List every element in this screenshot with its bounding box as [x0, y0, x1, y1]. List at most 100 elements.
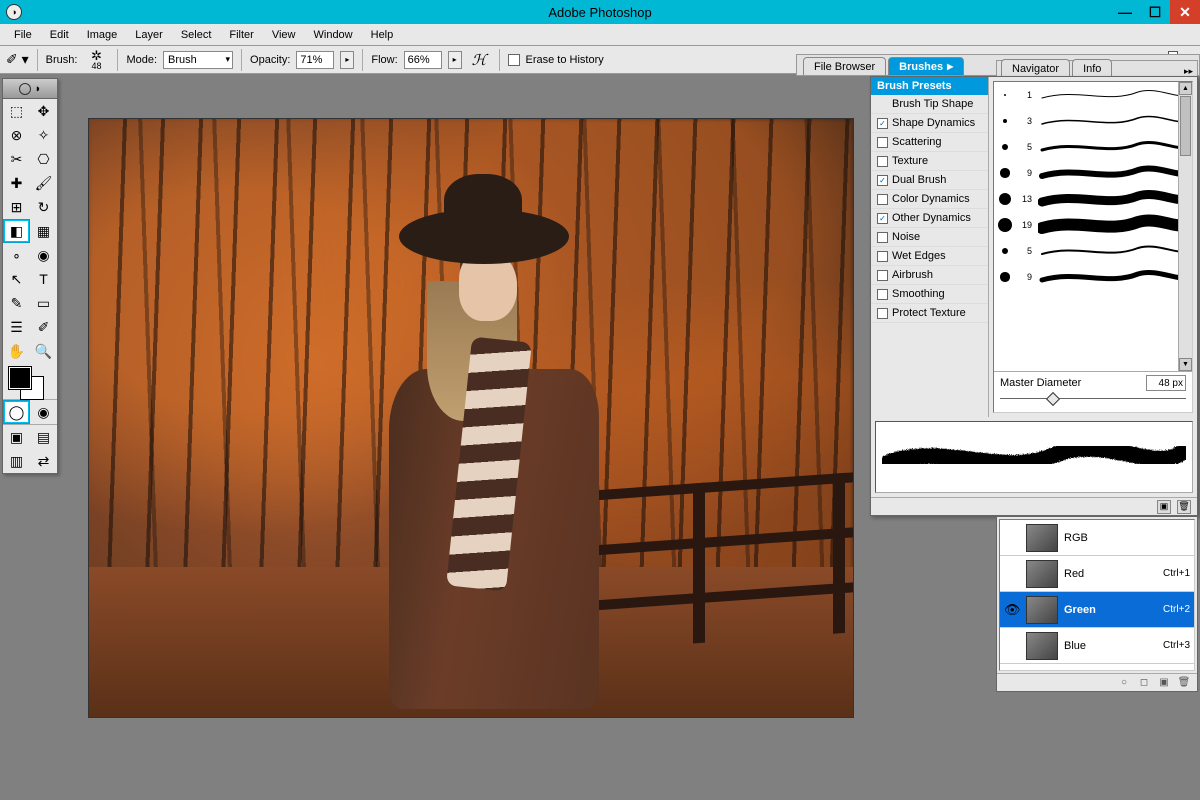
- brush-stroke-row[interactable]: 13: [994, 186, 1192, 212]
- checkbox[interactable]: ✓: [877, 175, 888, 186]
- path-tool[interactable]: ↖: [3, 267, 30, 291]
- shape-tool[interactable]: ▭: [30, 291, 57, 315]
- load-selection-icon[interactable]: ○: [1117, 676, 1131, 690]
- brush-option-airbrush[interactable]: Airbrush: [871, 266, 988, 285]
- brush-stroke-list[interactable]: 1359131959 ▲ ▼: [994, 82, 1192, 371]
- pen-tool[interactable]: ✎: [3, 291, 30, 315]
- tab-file-browser[interactable]: File Browser: [803, 57, 886, 75]
- scrollbar[interactable]: ▲ ▼: [1178, 82, 1192, 371]
- brush-presets-header[interactable]: Brush Presets: [871, 77, 988, 95]
- menu-layer[interactable]: Layer: [127, 27, 171, 43]
- brush-option-brush-tip-shape[interactable]: Brush Tip Shape: [871, 95, 988, 114]
- history-brush-tool[interactable]: ↻: [30, 195, 57, 219]
- checkbox[interactable]: [877, 137, 888, 148]
- checkbox[interactable]: [877, 156, 888, 167]
- brush-tool[interactable]: 🖌: [30, 171, 57, 195]
- hand-tool[interactable]: ✋: [3, 339, 30, 363]
- brush-stroke-row[interactable]: 5: [994, 238, 1192, 264]
- eyedropper-tool[interactable]: ✐: [30, 315, 57, 339]
- opacity-input[interactable]: 71%: [296, 51, 334, 69]
- menu-filter[interactable]: Filter: [221, 27, 261, 43]
- menu-image[interactable]: Image: [79, 27, 126, 43]
- brush-stroke-row[interactable]: 9: [994, 160, 1192, 186]
- brush-option-texture[interactable]: Texture: [871, 152, 988, 171]
- crop-tool[interactable]: ✂: [3, 147, 30, 171]
- lasso-tool[interactable]: ⊗: [3, 123, 30, 147]
- brush-option-noise[interactable]: Noise: [871, 228, 988, 247]
- checkbox[interactable]: [877, 270, 888, 281]
- tab-info[interactable]: Info: [1072, 59, 1112, 77]
- new-channel-icon[interactable]: ▣: [1157, 676, 1171, 690]
- wand-tool[interactable]: ✧: [30, 123, 57, 147]
- screen-standard[interactable]: ▣: [3, 425, 30, 449]
- brush-option-dual-brush[interactable]: ✓Dual Brush: [871, 171, 988, 190]
- brush-stroke-row[interactable]: 9: [994, 264, 1192, 290]
- maximize-button[interactable]: ☐: [1140, 0, 1170, 24]
- brush-option-wet-edges[interactable]: Wet Edges: [871, 247, 988, 266]
- slice-tool[interactable]: ⎔: [30, 147, 57, 171]
- checkbox[interactable]: [877, 232, 888, 243]
- flow-input[interactable]: 66%: [404, 51, 442, 69]
- scroll-up-icon[interactable]: ▲: [1179, 82, 1192, 95]
- checkbox[interactable]: ✓: [877, 213, 888, 224]
- menu-edit[interactable]: Edit: [42, 27, 77, 43]
- airbrush-icon[interactable]: ℋ: [472, 51, 487, 69]
- channel-row-green[interactable]: 👁GreenCtrl+2: [1000, 592, 1194, 628]
- tab-brushes[interactable]: Brushes▶: [888, 57, 964, 75]
- visibility-icon[interactable]: 👁: [1004, 602, 1020, 618]
- channel-row-rgb[interactable]: RGB: [1000, 520, 1194, 556]
- imageready-jump[interactable]: ⇄: [30, 449, 57, 473]
- screen-full[interactable]: ▥: [3, 449, 30, 473]
- toolbox-header[interactable]: ◗: [3, 79, 57, 99]
- gradient-tool[interactable]: ▦: [30, 219, 57, 243]
- menu-help[interactable]: Help: [363, 27, 402, 43]
- brush-option-scattering[interactable]: Scattering: [871, 133, 988, 152]
- brush-option-color-dynamics[interactable]: Color Dynamics: [871, 190, 988, 209]
- checkbox[interactable]: [877, 194, 888, 205]
- brush-option-shape-dynamics[interactable]: ✓Shape Dynamics: [871, 114, 988, 133]
- color-swatches[interactable]: [3, 363, 57, 399]
- checkbox[interactable]: [877, 251, 888, 262]
- save-selection-icon[interactable]: ◻: [1137, 676, 1151, 690]
- menu-file[interactable]: File: [6, 27, 40, 43]
- checkbox[interactable]: [877, 308, 888, 319]
- delete-channel-icon[interactable]: 🗑: [1177, 676, 1191, 690]
- opacity-flyout[interactable]: ▸: [340, 51, 354, 69]
- master-diameter-input[interactable]: [1146, 375, 1186, 391]
- brush-preset-picker[interactable]: ✲48: [83, 49, 109, 71]
- menu-select[interactable]: Select: [173, 27, 220, 43]
- brush-option-smoothing[interactable]: Smoothing: [871, 285, 988, 304]
- menu-window[interactable]: Window: [306, 27, 361, 43]
- move-tool[interactable]: ✥: [30, 99, 57, 123]
- foreground-color[interactable]: [9, 367, 31, 389]
- screen-full-menu[interactable]: ▤: [30, 425, 57, 449]
- scroll-thumb[interactable]: [1180, 96, 1191, 156]
- minimize-button[interactable]: —: [1110, 0, 1140, 24]
- erase-history-checkbox[interactable]: [508, 54, 520, 66]
- delete-brush-icon[interactable]: 🗑: [1177, 500, 1191, 514]
- brush-stroke-row[interactable]: 19: [994, 212, 1192, 238]
- brush-option-other-dynamics[interactable]: ✓Other Dynamics: [871, 209, 988, 228]
- notes-tool[interactable]: ☰: [3, 315, 30, 339]
- eraser-tool[interactable]: ◧: [3, 219, 30, 243]
- channel-row-blue[interactable]: BlueCtrl+3: [1000, 628, 1194, 664]
- healing-tool[interactable]: ✚: [3, 171, 30, 195]
- type-tool[interactable]: T: [30, 267, 57, 291]
- brush-stroke-row[interactable]: 3: [994, 108, 1192, 134]
- new-brush-icon[interactable]: ▣: [1157, 500, 1171, 514]
- brush-stroke-row[interactable]: 5: [994, 134, 1192, 160]
- close-button[interactable]: ✕: [1170, 0, 1200, 24]
- channel-row-red[interactable]: RedCtrl+1: [1000, 556, 1194, 592]
- tool-preset-icon[interactable]: ✐ ▾: [6, 51, 29, 68]
- brush-option-protect-texture[interactable]: Protect Texture: [871, 304, 988, 323]
- flow-flyout[interactable]: ▸: [448, 51, 462, 69]
- checkbox[interactable]: [877, 289, 888, 300]
- zoom-tool[interactable]: 🔍: [30, 339, 57, 363]
- master-diameter-slider[interactable]: [1000, 394, 1186, 408]
- blur-tool[interactable]: ∘: [3, 243, 30, 267]
- document-canvas[interactable]: [88, 118, 854, 718]
- quickmask-mode[interactable]: ◉: [30, 400, 57, 424]
- scroll-down-icon[interactable]: ▼: [1179, 358, 1192, 371]
- stamp-tool[interactable]: ⊞: [3, 195, 30, 219]
- menu-view[interactable]: View: [264, 27, 304, 43]
